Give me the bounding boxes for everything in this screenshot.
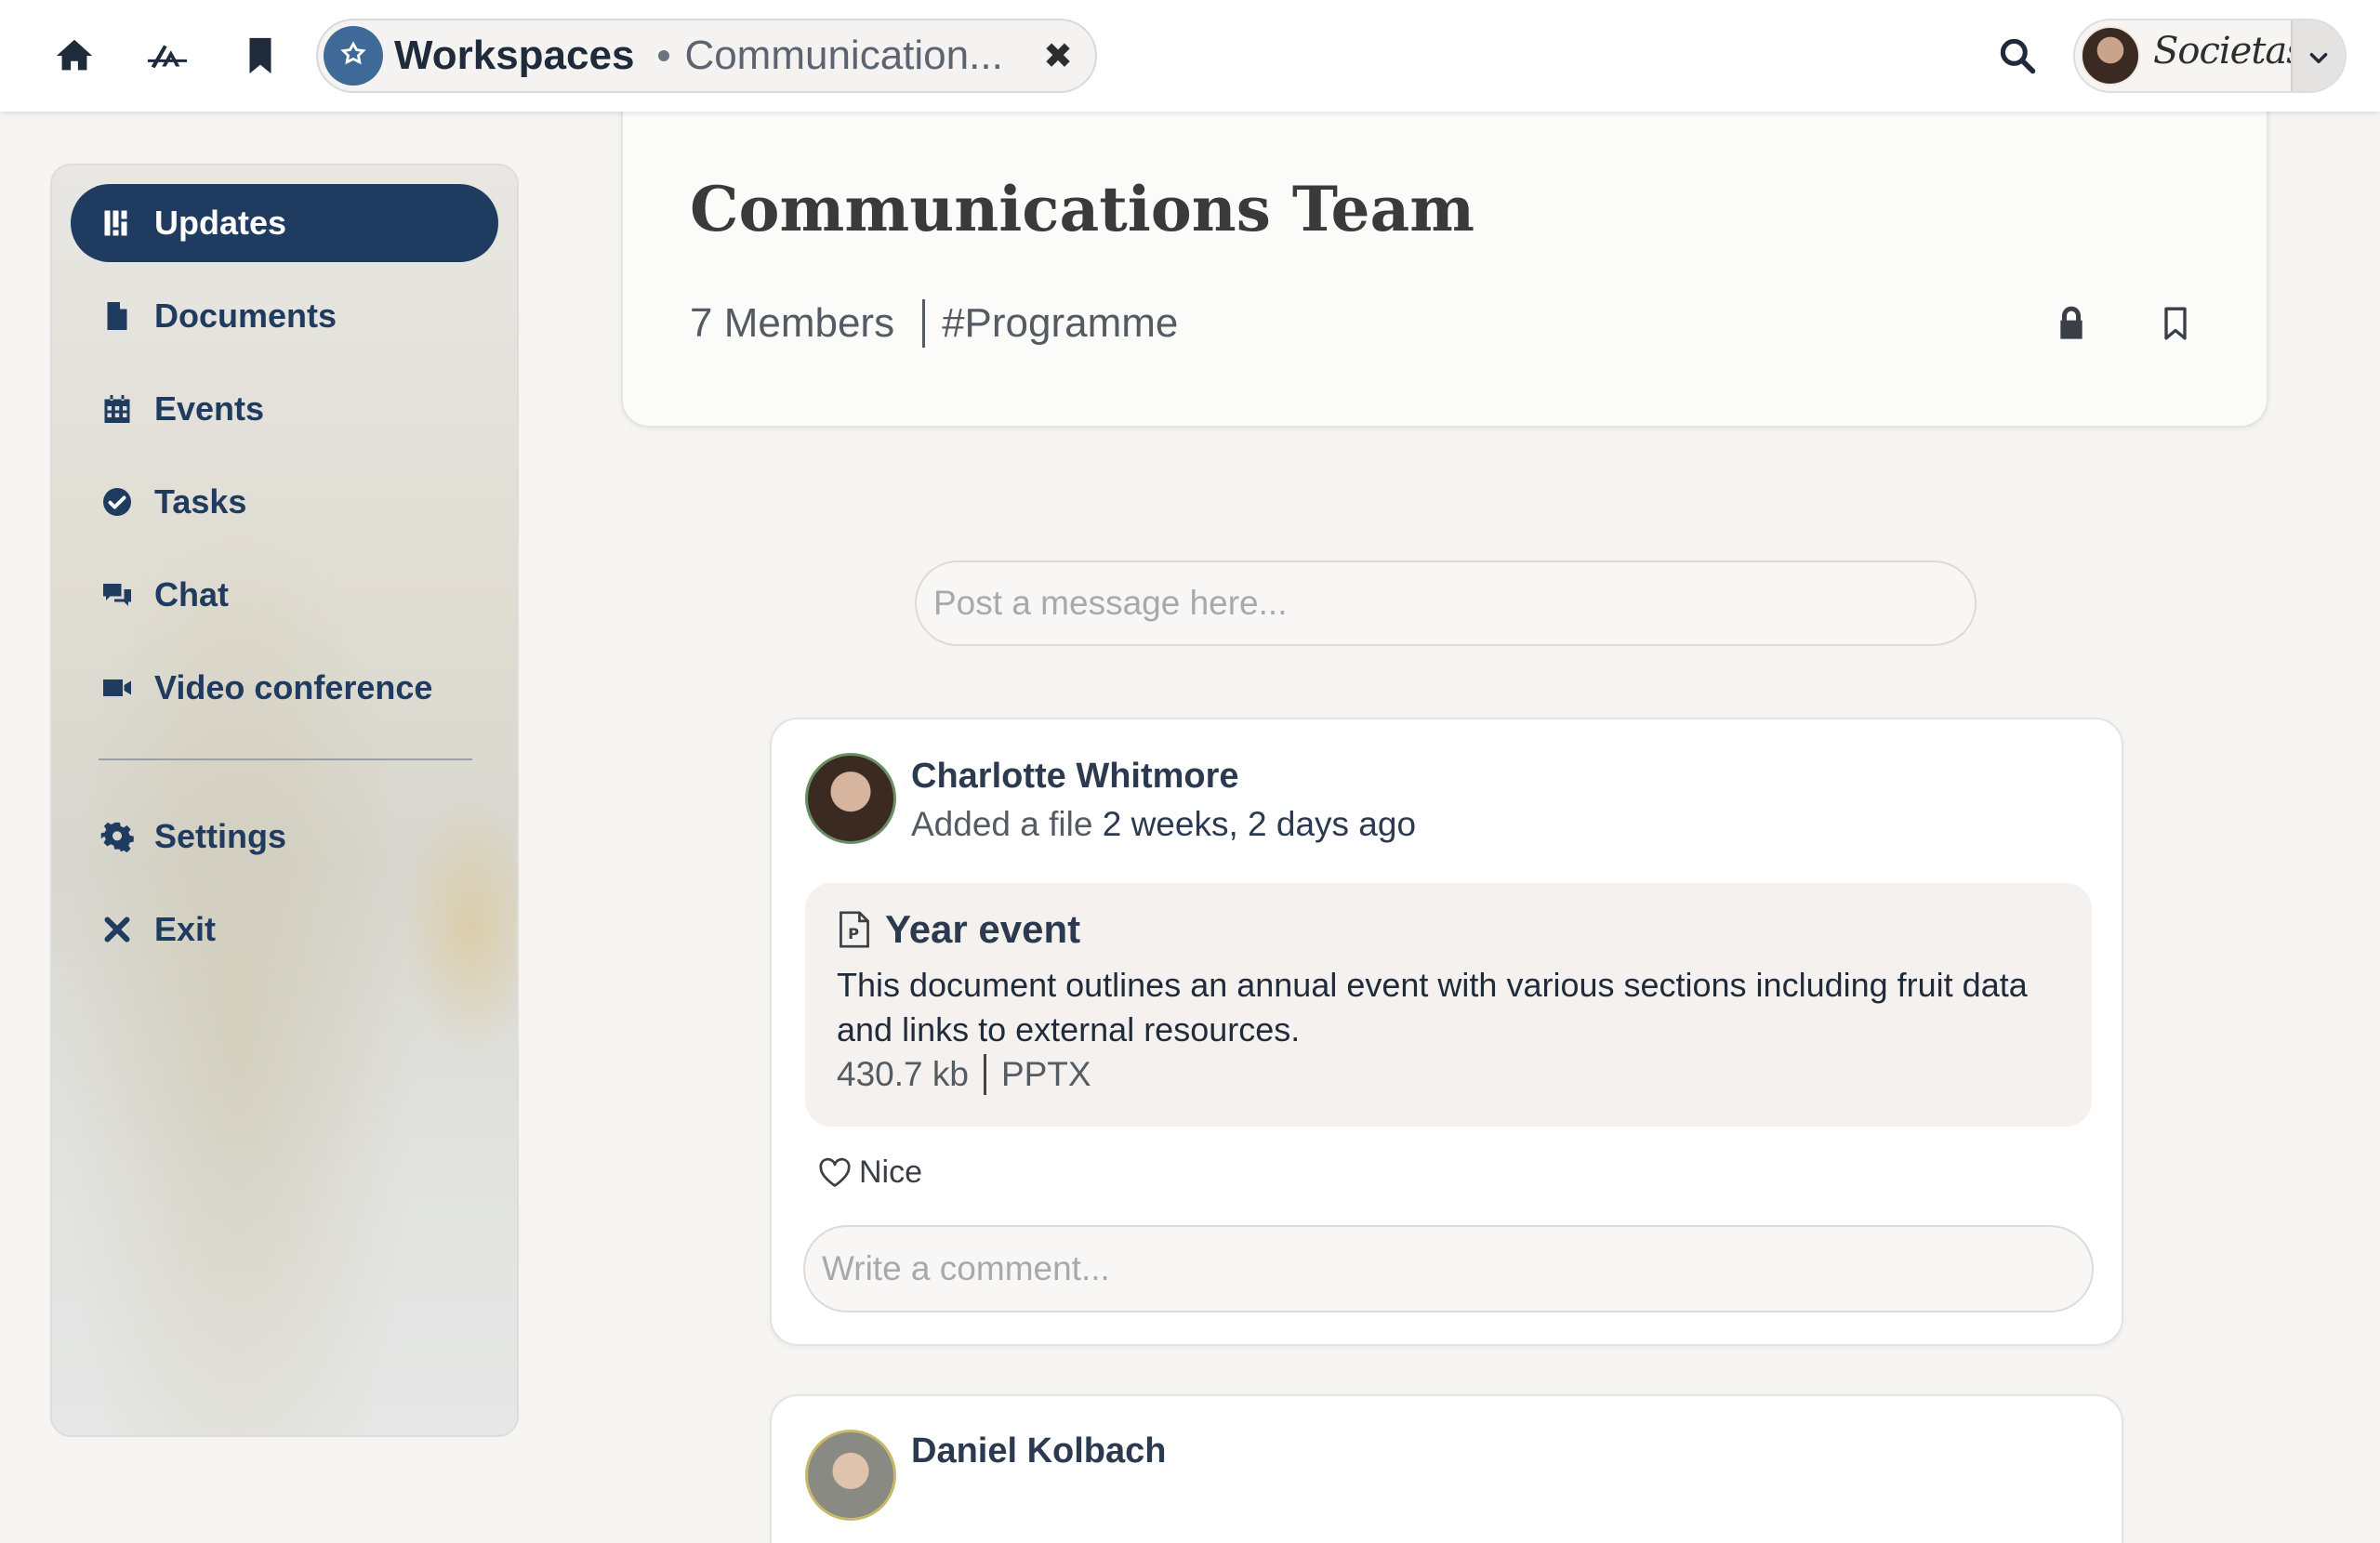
file-size: 430.7 kb: [837, 1055, 969, 1093]
comment-input[interactable]: [803, 1225, 2094, 1312]
avatar: [2081, 26, 2140, 86]
sidebar-item-label: Chat: [154, 575, 229, 613]
bookmark-icon[interactable]: [232, 28, 288, 84]
post-message-input[interactable]: [915, 560, 1977, 646]
brand-logo: Societas: [2153, 30, 2306, 73]
home-icon[interactable]: [46, 28, 102, 84]
lock-icon[interactable]: [2045, 297, 2097, 349]
sidebar-item-label: Settings: [154, 817, 287, 855]
sidebar-divider: [99, 758, 472, 760]
sidebar-item-label: Documents: [154, 297, 337, 335]
chevron-down-icon[interactable]: [2291, 20, 2345, 91]
sidebar-item-label: Exit: [154, 910, 217, 948]
document-icon: [97, 296, 138, 336]
workspace-logo-icon: [324, 26, 383, 86]
member-count[interactable]: 7 Members: [690, 300, 894, 347]
timestamp[interactable]: 2 weeks, 2 days ago: [1103, 805, 1416, 843]
activity-action: Added a file: [911, 805, 1093, 843]
sidebar-item-label: Tasks: [154, 482, 247, 521]
chat-icon: [97, 574, 138, 615]
separator-dot: [658, 50, 670, 61]
workspace-title: Workspaces: [394, 33, 635, 78]
team-meta: 7 Members #Programme: [690, 299, 1178, 348]
post-activity: Added a file 2 weeks, 2 days ago: [911, 805, 1416, 844]
powerpoint-file-icon: P: [840, 911, 869, 948]
apps-icon[interactable]: [139, 28, 195, 84]
team-header: Communications Team 7 Members #Programme: [621, 102, 2268, 428]
file-type: PPTX: [1000, 1055, 1091, 1093]
file-title: Year event: [885, 907, 1081, 951]
account-menu[interactable]: Societas: [2073, 19, 2347, 93]
team-tag[interactable]: #Programme: [942, 300, 1178, 347]
sidebar-item-settings[interactable]: Settings: [71, 798, 498, 876]
sidebar-item-documents[interactable]: Documents: [71, 277, 498, 355]
sidebar-item-tasks[interactable]: Tasks: [71, 463, 498, 541]
check-circle-icon: [97, 481, 138, 522]
sidebar: Updates Documents Events Tasks Chat Vide…: [50, 164, 519, 1437]
avatar[interactable]: [805, 753, 896, 844]
file-attachment[interactable]: P Year event This document outlines an a…: [805, 883, 2092, 1127]
file-meta: 430.7 kb PPTX: [837, 1054, 1091, 1095]
feed-post: Daniel Kolbach: [770, 1394, 2123, 1543]
gear-icon: [97, 816, 138, 857]
svg-text:P: P: [848, 925, 859, 943]
feed-post: Charlotte Whitmore Added a file 2 weeks,…: [770, 718, 2123, 1346]
close-icon: [97, 909, 138, 950]
file-description: This document outlines an annual event w…: [837, 966, 2028, 1048]
sidebar-item-chat[interactable]: Chat: [71, 556, 498, 634]
sidebar-item-label: Updates: [154, 204, 287, 242]
like-label: Nice: [859, 1154, 923, 1190]
sidebar-item-exit[interactable]: Exit: [71, 890, 498, 969]
sidebar-item-updates[interactable]: Updates: [71, 184, 498, 262]
close-icon[interactable]: ✖: [1038, 35, 1078, 76]
sidebar-item-video-conference[interactable]: Video conference: [71, 649, 498, 727]
meta-separator: [922, 299, 926, 348]
meta-separator: [983, 1054, 986, 1095]
avatar[interactable]: [805, 1430, 896, 1521]
search-icon[interactable]: [1990, 28, 2045, 84]
page-title: Communications Team: [690, 173, 1475, 245]
author-name[interactable]: Daniel Kolbach: [911, 1431, 1167, 1471]
sidebar-item-events[interactable]: Events: [71, 370, 498, 448]
heart-icon: [819, 1157, 851, 1187]
video-icon: [97, 667, 138, 708]
workspace-subtitle: Communication...: [684, 33, 1003, 78]
file-title-row: P Year event: [837, 907, 1080, 952]
sidebar-item-label: Video conference: [154, 668, 433, 706]
updates-icon: [97, 203, 138, 244]
bookmark-outline-icon[interactable]: [2149, 297, 2202, 349]
calendar-icon: [97, 389, 138, 429]
sidebar-item-label: Events: [154, 389, 265, 428]
author-name[interactable]: Charlotte Whitmore: [911, 757, 1239, 797]
like-button[interactable]: Nice: [818, 1154, 922, 1191]
top-bar: Workspaces Communication... ✖ Societas: [0, 0, 2380, 112]
workspace-switcher[interactable]: Workspaces Communication... ✖: [316, 19, 1097, 93]
